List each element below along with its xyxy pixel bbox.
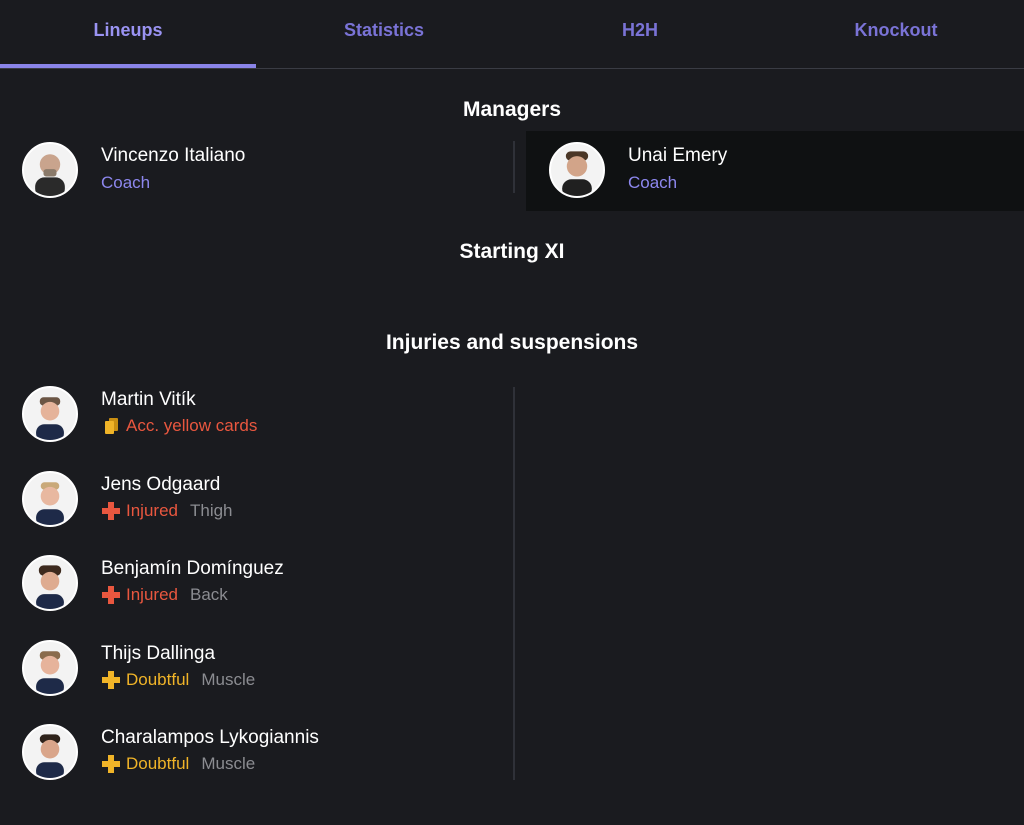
status-label: Acc. yellow cards: [126, 416, 258, 435]
yellow-cards-icon: [105, 418, 118, 434]
injuries-divider: [513, 387, 515, 780]
avatar: [549, 142, 605, 198]
status-label: Doubtful: [126, 670, 190, 689]
player-photo-icon: [36, 734, 64, 778]
player-status: Injured Back: [101, 585, 284, 605]
player-photo-icon: [36, 482, 64, 525]
manager-name: Unai Emery: [628, 145, 728, 166]
status-label: Injured: [126, 501, 178, 520]
player-name: Benjamín Domínguez: [101, 558, 284, 579]
tab-h2h[interactable]: H2H: [512, 0, 768, 60]
status-detail: Muscle: [201, 670, 256, 689]
avatar: [22, 471, 78, 527]
manager-away[interactable]: Unai Emery Coach: [549, 142, 727, 198]
manager-name: Vincenzo Italiano: [101, 145, 246, 166]
list-item[interactable]: Benjamín Domínguez Injured Back: [22, 555, 284, 611]
doubtful-cross-icon: [102, 755, 120, 773]
manager-role: Coach: [101, 173, 151, 192]
player-photo-icon: [36, 565, 64, 609]
tab-lineups[interactable]: Lineups: [0, 0, 256, 68]
player-name: Thijs Dallinga: [101, 643, 216, 664]
managers-heading: Managers: [462, 98, 562, 121]
player-photo-icon: [36, 651, 64, 694]
manager-home[interactable]: Vincenzo Italiano Coach: [22, 142, 245, 198]
manager-photo-icon: [562, 151, 592, 196]
player-name: Martin Vitík: [101, 389, 196, 410]
injuries-heading: Injuries and suspensions: [385, 331, 639, 354]
manager-photo-icon: [35, 154, 65, 196]
player-photo-icon: [36, 397, 64, 440]
list-item[interactable]: Jens Odgaard Injured Thigh: [22, 471, 233, 527]
player-status: Doubtful Muscle: [101, 754, 319, 774]
manager-role: Coach: [628, 173, 678, 192]
starting-xi-heading: Starting XI: [459, 240, 565, 263]
avatar: [22, 142, 78, 198]
tab-bar: Lineups Statistics H2H Knockout: [0, 0, 1024, 69]
player-name: Jens Odgaard: [101, 474, 221, 495]
status-detail: Back: [189, 585, 228, 604]
status-label: Doubtful: [126, 754, 190, 773]
avatar: [22, 724, 78, 780]
avatar: [22, 640, 78, 696]
doubtful-cross-icon: [102, 671, 120, 689]
tab-statistics[interactable]: Statistics: [256, 0, 512, 60]
player-status: Acc. yellow cards: [101, 416, 257, 436]
avatar: [22, 386, 78, 442]
list-item[interactable]: Charalampos Lykogiannis Doubtful Muscle: [22, 724, 319, 780]
managers-divider: [513, 141, 515, 193]
status-label: Injured: [126, 585, 178, 604]
list-item[interactable]: Thijs Dallinga Doubtful Muscle: [22, 640, 255, 696]
player-status: Injured Thigh: [101, 501, 233, 521]
list-item[interactable]: Martin Vitík Acc. yellow cards: [22, 386, 257, 442]
player-status: Doubtful Muscle: [101, 670, 255, 690]
injured-cross-icon: [102, 586, 120, 604]
status-detail: Thigh: [189, 501, 233, 520]
injured-cross-icon: [102, 502, 120, 520]
player-name: Charalampos Lykogiannis: [101, 727, 319, 748]
tab-knockout[interactable]: Knockout: [768, 0, 1024, 60]
status-detail: Muscle: [201, 754, 256, 773]
avatar: [22, 555, 78, 611]
